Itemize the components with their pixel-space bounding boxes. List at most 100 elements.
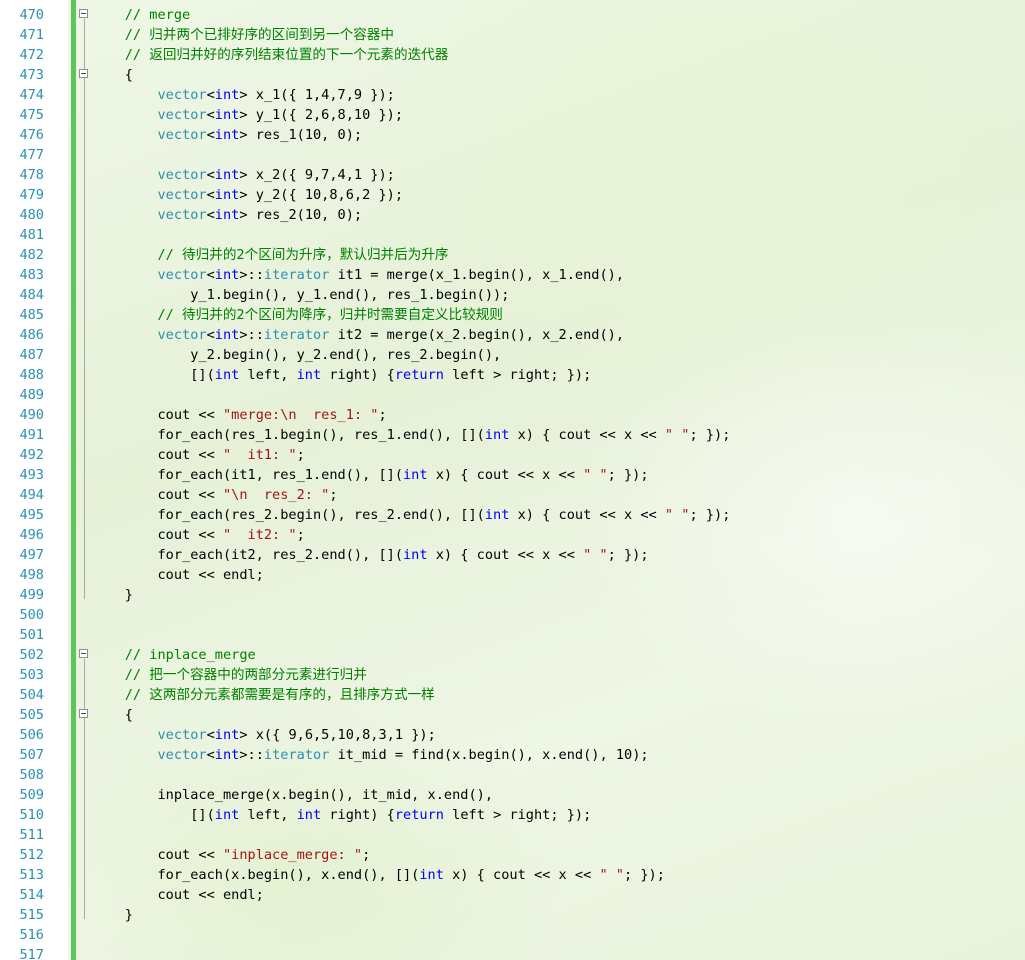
code-token-plain: cout <<	[92, 447, 223, 463]
code-token-keyword: return	[394, 807, 444, 823]
code-line[interactable]: 500	[0, 605, 1025, 625]
code-line[interactable]: 515 }	[0, 905, 1025, 925]
code-line[interactable]: 513 for_each(x.begin(), x.end(), [](int …	[0, 865, 1025, 885]
code-line[interactable]: 509 inplace_merge(x.begin(), it_mid, x.e…	[0, 785, 1025, 805]
code-line[interactable]: 472 // 返回归并好的序列结束位置的下一个元素的迭代器	[0, 45, 1025, 65]
code-line[interactable]: 487 y_2.begin(), y_2.end(), res_2.begin(…	[0, 345, 1025, 365]
code-token-string: " "	[583, 467, 608, 483]
code-line[interactable]: 510 [](int left, int right) {return left…	[0, 805, 1025, 825]
code-token-plain: x) { cout << x <<	[509, 507, 665, 523]
code-token-plain: cout << endl;	[92, 887, 264, 903]
code-line[interactable]: 470 // merge	[0, 5, 1025, 25]
collapse-icon[interactable]	[79, 9, 88, 18]
code-text: for_each(it2, res_2.end(), [](int x) { c…	[92, 545, 648, 565]
code-token-plain: ; });	[624, 867, 665, 883]
code-token-string: " "	[583, 547, 608, 563]
code-line[interactable]: 512 cout << "inplace_merge: ";	[0, 845, 1025, 865]
code-token-keyword: int	[484, 427, 510, 443]
code-editor[interactable]: 470 // merge 471 // 归并两个已排好序的区间到另一个容器中 472…	[0, 0, 1025, 960]
code-token-plain: cout <<	[92, 527, 223, 543]
line-number: 474	[19, 87, 44, 103]
code-line[interactable]: 481	[0, 225, 1025, 245]
code-line[interactable]: 482 // 待归并的2个区间为升序，默认归并后为升序	[0, 245, 1025, 265]
code-token-keyword: int	[214, 267, 240, 283]
code-line[interactable]: 507 vector<int>::iterator it_mid = find(…	[0, 745, 1025, 765]
code-text: for_each(res_2.begin(), res_2.end(), [](…	[92, 505, 730, 525]
code-line[interactable]: 514 cout << endl;	[0, 885, 1025, 905]
line-number: 472	[19, 47, 44, 63]
code-line[interactable]: 504 // 这两部分元素都需要是有序的，且排序方式一样	[0, 685, 1025, 705]
line-number: 477	[19, 147, 44, 163]
code-line[interactable]: 493 for_each(it1, res_1.end(), [](int x)…	[0, 465, 1025, 485]
code-line[interactable]: 491 for_each(res_1.begin(), res_1.end(),…	[0, 425, 1025, 445]
code-token-keyword: int	[214, 327, 240, 343]
code-token-plain: [](	[92, 367, 215, 383]
code-line[interactable]: 498 cout << endl;	[0, 565, 1025, 585]
code-token-comment: // 这两部分元素都需要是有序的，且排序方式一样	[124, 687, 435, 703]
code-line[interactable]: 473 {	[0, 65, 1025, 85]
line-number: 486	[19, 327, 44, 343]
code-text: vector<int> x_2({ 9,7,4,1 });	[92, 165, 394, 185]
code-line[interactable]: 489	[0, 385, 1025, 405]
code-line[interactable]: 503 // 把一个容器中的两部分元素进行归并	[0, 665, 1025, 685]
code-line[interactable]: 476 vector<int> res_1(10, 0);	[0, 125, 1025, 145]
code-line[interactable]: 502 // inplace_merge	[0, 645, 1025, 665]
code-line[interactable]: 494 cout << "\n res_2: ";	[0, 485, 1025, 505]
code-line[interactable]: 508	[0, 765, 1025, 785]
code-line[interactable]: 506 vector<int> x({ 9,6,5,10,8,3,1 });	[0, 725, 1025, 745]
code-line[interactable]: 501	[0, 625, 1025, 645]
code-line[interactable]: 486 vector<int>::iterator it2 = merge(x_…	[0, 325, 1025, 345]
code-line[interactable]: 484 y_1.begin(), y_1.end(), res_1.begin(…	[0, 285, 1025, 305]
code-line[interactable]: 483 vector<int>::iterator it1 = merge(x_…	[0, 265, 1025, 285]
code-token-keyword: int	[214, 187, 240, 203]
code-text: // inplace_merge	[92, 645, 256, 665]
code-line[interactable]: 516	[0, 925, 1025, 945]
line-number: 507	[19, 747, 44, 763]
line-number: 491	[19, 427, 44, 443]
code-line[interactable]: 479 vector<int> y_2({ 10,8,6,2 });	[0, 185, 1025, 205]
line-number: 512	[19, 847, 44, 863]
line-number: 499	[19, 587, 44, 603]
code-line[interactable]: 496 cout << " it2: ";	[0, 525, 1025, 545]
code-token-plain: x) { cout << x <<	[443, 867, 600, 883]
line-number: 488	[19, 367, 44, 383]
code-line[interactable]: 485 // 待归并的2个区间为降序，归并时需要自定义比较规则	[0, 305, 1025, 325]
line-number: 513	[19, 867, 44, 883]
code-token-type: vector	[157, 327, 207, 343]
code-token-plain: <	[206, 87, 215, 103]
code-line[interactable]: 475 vector<int> y_1({ 2,6,8,10 });	[0, 105, 1025, 125]
code-line[interactable]: 505 {	[0, 705, 1025, 725]
code-line[interactable]: 471 // 归并两个已排好序的区间到另一个容器中	[0, 25, 1025, 45]
code-line[interactable]: 511	[0, 825, 1025, 845]
code-line[interactable]: 497 for_each(it2, res_2.end(), [](int x)…	[0, 545, 1025, 565]
code-line[interactable]: 488 [](int left, int right) {return left…	[0, 365, 1025, 385]
code-token-string: "inplace_merge: "	[222, 847, 363, 863]
collapse-icon[interactable]	[79, 709, 88, 718]
line-number: 505	[19, 707, 44, 723]
code-token-plain: >::	[239, 267, 264, 283]
collapse-icon[interactable]	[79, 69, 88, 78]
code-line[interactable]: 495 for_each(res_2.begin(), res_2.end(),…	[0, 505, 1025, 525]
code-token-keyword: int	[214, 87, 240, 103]
code-line[interactable]: 478 vector<int> x_2({ 9,7,4,1 });	[0, 165, 1025, 185]
code-token-keyword: int	[296, 807, 322, 823]
collapse-icon[interactable]	[79, 649, 88, 658]
code-line[interactable]: 492 cout << " it1: ";	[0, 445, 1025, 465]
code-line[interactable]: 477	[0, 145, 1025, 165]
code-line[interactable]: 499 }	[0, 585, 1025, 605]
line-number: 487	[19, 347, 44, 363]
code-line[interactable]: 517	[0, 945, 1025, 960]
line-number: 497	[19, 547, 44, 563]
code-token-type: vector	[157, 187, 207, 203]
code-token-keyword: int	[214, 127, 240, 143]
code-token-type: iterator	[263, 327, 330, 343]
line-number: 490	[19, 407, 44, 423]
code-line[interactable]: 490 cout << "merge:\n res_1: ";	[0, 405, 1025, 425]
code-text: cout << " it1: ";	[92, 445, 304, 465]
code-line[interactable]: 480 vector<int> res_2(10, 0);	[0, 205, 1025, 225]
code-line[interactable]: 474 vector<int> x_1({ 1,4,7,9 });	[0, 85, 1025, 105]
